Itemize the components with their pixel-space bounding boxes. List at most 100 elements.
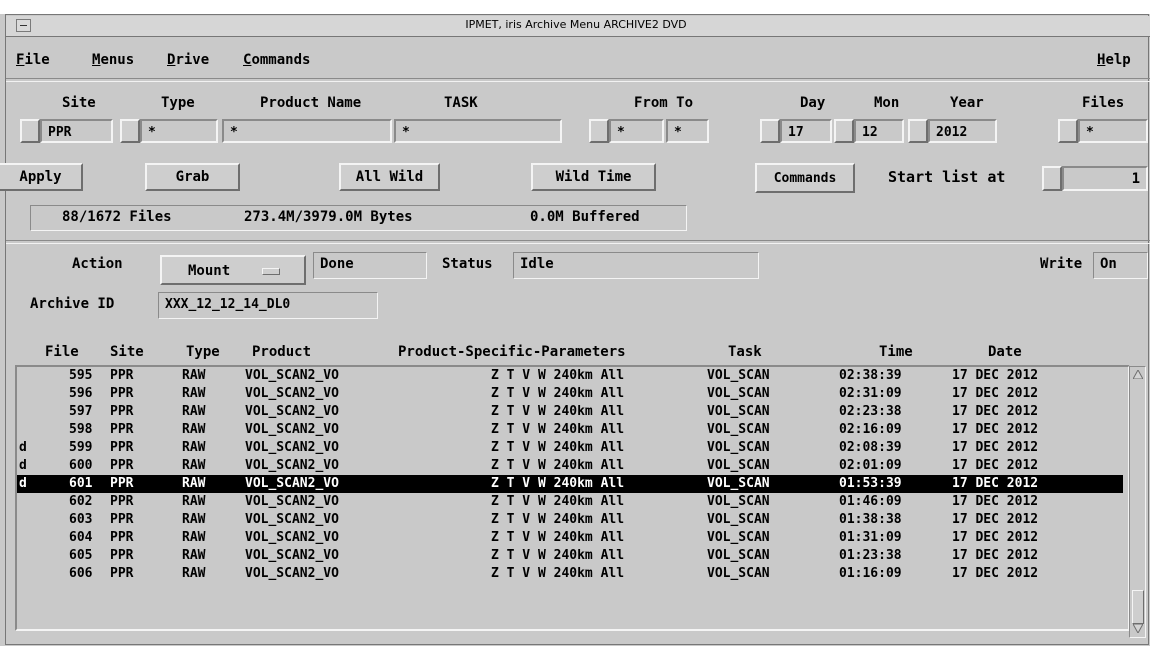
- grab-button[interactable]: Grab: [145, 163, 240, 191]
- list-item[interactable]: 602 PPR RAW VOL_SCAN2_VO Z T V W 240km All VO…: [17, 493, 1123, 511]
- type-toggle[interactable]: [120, 119, 140, 143]
- file-list[interactable]: 595 PPR RAW VOL_SCAN2_VO Z T V W 240km All VO…: [17, 367, 1128, 629]
- cell-type: RAW: [182, 512, 206, 527]
- cell-file: 604: [69, 530, 93, 545]
- cell-site: PPR: [110, 548, 134, 563]
- mon-toggle[interactable]: [834, 119, 854, 143]
- day-toggle[interactable]: [760, 119, 780, 143]
- commands-button[interactable]: Commands: [755, 163, 855, 193]
- cell-file: 600: [69, 458, 93, 473]
- scroll-thumb[interactable]: [1132, 590, 1144, 624]
- list-item[interactable]: 603 PPR RAW VOL_SCAN2_VO Z T V W 240km All VO…: [17, 511, 1123, 529]
- write-value: On: [1093, 252, 1148, 279]
- list-item[interactable]: d 600 PPR RAW VOL_SCAN2_VO Z T V W 240km All V…: [17, 457, 1123, 475]
- cell-task: VOL_SCAN: [707, 548, 770, 563]
- cell-product: VOL_SCAN2_VO: [245, 368, 339, 383]
- site-header: Site: [62, 95, 96, 111]
- cell-time: 01:16:09: [839, 566, 902, 581]
- list-item[interactable]: d 599 PPR RAW VOL_SCAN2_VO Z T V W 240km All V…: [17, 439, 1123, 457]
- cell-product: VOL_SCAN2_VO: [245, 440, 339, 455]
- product-name-input[interactable]: *: [222, 119, 392, 143]
- status-label: Status: [442, 256, 493, 272]
- type-input[interactable]: *: [140, 119, 218, 143]
- cell-type: RAW: [182, 548, 206, 563]
- cell-time: 01:38:38: [839, 512, 902, 527]
- cell-file: 605: [69, 548, 93, 563]
- cell-date: 17 DEC 2012: [952, 422, 1039, 437]
- cell-params: Z T V W 240km All: [491, 530, 625, 545]
- start-list-input[interactable]: 1: [1062, 166, 1148, 191]
- cell-site: PPR: [110, 566, 134, 581]
- task-header: TASK: [444, 95, 478, 111]
- cell-flag: d: [19, 440, 27, 455]
- cell-type: RAW: [182, 476, 206, 491]
- column-task[interactable]: Task: [728, 344, 762, 360]
- cell-params: Z T V W 240km All: [491, 368, 625, 383]
- cell-task: VOL_SCAN: [707, 476, 770, 491]
- files-input[interactable]: *: [1078, 119, 1148, 143]
- files-toggle[interactable]: [1058, 119, 1078, 143]
- day-input[interactable]: 17: [780, 119, 832, 143]
- site-toggle[interactable]: [20, 119, 40, 143]
- summary-bytes: 273.4M/3979.0M Bytes: [244, 209, 413, 225]
- column-site[interactable]: Site: [110, 344, 144, 360]
- cell-site: PPR: [110, 368, 134, 383]
- cell-file: 596: [69, 386, 93, 401]
- cell-type: RAW: [182, 494, 206, 509]
- column-time[interactable]: Time: [879, 344, 913, 360]
- cell-time: 01:23:38: [839, 548, 902, 563]
- column-type[interactable]: Type: [186, 344, 220, 360]
- to-input[interactable]: *: [666, 119, 709, 143]
- menubar-separator: [6, 78, 1150, 82]
- cell-product: VOL_SCAN2_VO: [245, 530, 339, 545]
- list-item[interactable]: 598 PPR RAW VOL_SCAN2_VO Z T V W 240km All VO…: [17, 421, 1123, 439]
- all-wild-button[interactable]: All Wild: [339, 163, 440, 191]
- site-input[interactable]: PPR: [40, 119, 113, 143]
- list-item[interactable]: 604 PPR RAW VOL_SCAN2_VO Z T V W 240km All VO…: [17, 529, 1123, 547]
- list-item[interactable]: 606 PPR RAW VOL_SCAN2_VO Z T V W 240km All VO…: [17, 565, 1123, 583]
- column-params[interactable]: Product-Specific-Parameters: [398, 344, 626, 360]
- cell-site: PPR: [110, 422, 134, 437]
- menu-menus-label: enus: [100, 52, 135, 68]
- menu-drive[interactable]: Drive: [167, 52, 209, 68]
- year-toggle[interactable]: [908, 119, 928, 143]
- column-file[interactable]: File: [45, 344, 79, 360]
- column-product[interactable]: Product: [252, 344, 311, 360]
- list-item[interactable]: 605 PPR RAW VOL_SCAN2_VO Z T V W 240km All VO…: [17, 547, 1123, 565]
- cell-time: 02:38:39: [839, 368, 902, 383]
- task-input[interactable]: *: [394, 119, 562, 143]
- cell-type: RAW: [182, 404, 206, 419]
- year-input[interactable]: 2012: [928, 119, 997, 143]
- menu-menus[interactable]: Menus: [92, 52, 134, 68]
- wild-time-button[interactable]: Wild Time: [531, 163, 656, 191]
- from-input[interactable]: *: [609, 119, 664, 143]
- cell-file: 606: [69, 566, 93, 581]
- cell-params: Z T V W 240km All: [491, 422, 625, 437]
- column-date[interactable]: Date: [988, 344, 1022, 360]
- menu-file[interactable]: File: [16, 52, 50, 68]
- cell-product: VOL_SCAN2_VO: [245, 404, 339, 419]
- cell-type: RAW: [182, 458, 206, 473]
- list-item[interactable]: 596 PPR RAW VOL_SCAN2_VO Z T V W 240km All VO…: [17, 385, 1123, 403]
- window-title: IPMET, iris Archive Menu ARCHIVE2 DVD: [465, 18, 687, 31]
- cell-site: PPR: [110, 458, 134, 473]
- mon-input[interactable]: 12: [854, 119, 904, 143]
- action-option-value: Mount: [188, 263, 231, 279]
- title-bar[interactable]: IPMET, iris Archive Menu ARCHIVE2 DVD: [6, 16, 1150, 37]
- list-item[interactable]: 597 PPR RAW VOL_SCAN2_VO Z T V W 240km All VO…: [17, 403, 1123, 421]
- start-list-toggle[interactable]: [1042, 166, 1062, 191]
- apply-button[interactable]: Apply: [0, 163, 83, 191]
- cell-site: PPR: [110, 530, 134, 545]
- archive-id-label: Archive ID: [30, 296, 115, 312]
- menu-commands[interactable]: Commands: [243, 52, 310, 68]
- list-item[interactable]: 595 PPR RAW VOL_SCAN2_VO Z T V W 240km All VO…: [17, 367, 1123, 385]
- menu-commands-label: ommands: [251, 52, 311, 68]
- list-item[interactable]: d 601 PPR RAW VOL_SCAN2_VO Z T V W 240km All V…: [17, 475, 1123, 493]
- cell-type: RAW: [182, 566, 206, 581]
- from-to-toggle[interactable]: [589, 119, 609, 143]
- scroll-down-icon[interactable]: [1133, 624, 1143, 633]
- action-option-menu[interactable]: Mount: [160, 255, 306, 285]
- menu-help[interactable]: Help: [1097, 52, 1131, 68]
- cell-product: VOL_SCAN2_VO: [245, 386, 339, 401]
- scroll-up-icon[interactable]: [1133, 370, 1143, 379]
